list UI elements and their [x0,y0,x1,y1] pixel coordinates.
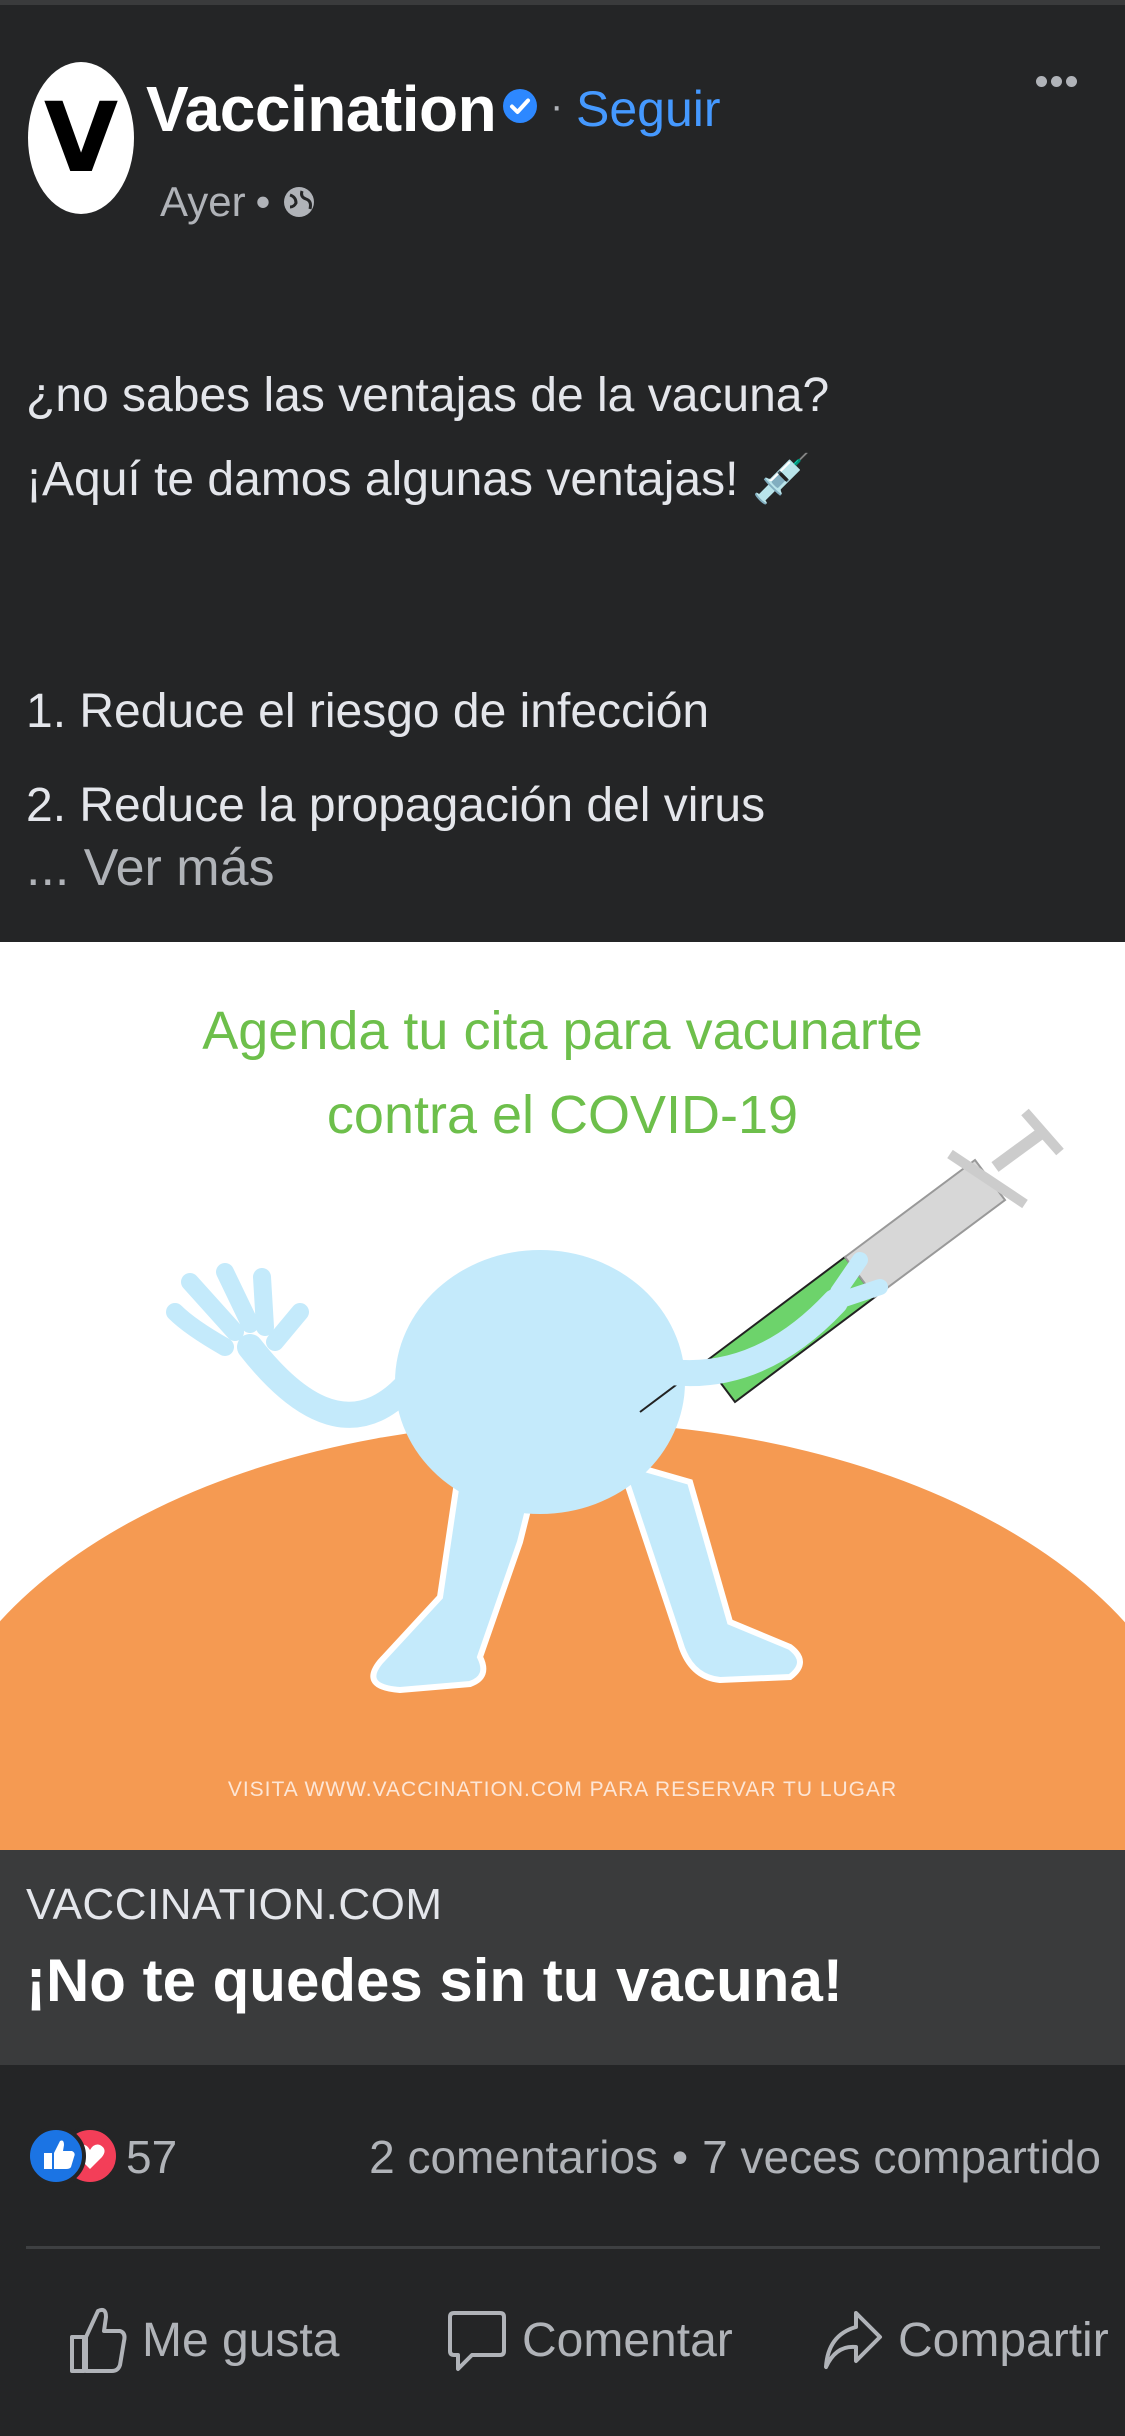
avatar-letter: V [43,82,119,194]
vaccine-illustration [0,1108,1125,1850]
more-icon[interactable] [1036,74,1086,114]
link-preview[interactable]: VACCINATION.COM ¡No te quedes sin tu vac… [0,1850,1125,2065]
like-label: Me gusta [142,2313,340,2367]
link-domain: VACCINATION.COM [26,1880,443,1929]
post-image[interactable]: Agenda tu cita para vacunarte contra el … [0,942,1125,1850]
globe-icon [284,187,315,217]
image-headline-line: Agenda tu cita para vacunarte [202,1001,923,1061]
like-button[interactable]: Me gusta [66,2300,339,2380]
reactions-summary[interactable] [26,2123,122,2189]
thumbs-up-icon [70,2307,127,2373]
see-more-link[interactable]: ... Ver más [26,838,275,898]
follow-button[interactable]: Seguir [576,80,721,138]
stats-separator: • [672,2131,689,2183]
page-name[interactable]: Vaccination [146,72,497,146]
shares-count[interactable]: 7 veces compartido [702,2130,1101,2184]
post-text-line: 1. Reduce el riesgo de infección [26,685,710,738]
post-text-line: ¿no sabes las ventajas de la vacuna? [26,369,830,422]
post-time[interactable]: Ayer [160,178,246,226]
share-label: Compartir [898,2313,1109,2367]
comment-label: Comentar [522,2313,733,2367]
link-title: ¡No te quedes sin tu vacuna! [26,1947,843,2014]
image-footer-text: VISITA WWW.VACCINATION.COM PARA RESERVAR… [227,1778,898,1801]
comments-count[interactable]: 2 comentarios [369,2130,658,2184]
post-stats: 2 comentarios • 7 veces compartido [369,2130,1101,2184]
post-text-line: 2. Reduce la propagación del virus [26,779,766,832]
divider [26,2246,1100,2249]
share-button[interactable]: Compartir [822,2300,1109,2380]
verified-icon [503,89,537,123]
top-border [0,0,1125,5]
reaction-count[interactable]: 57 [126,2130,177,2184]
avatar[interactable]: V [28,62,134,214]
comment-button[interactable]: Comentar [446,2300,733,2380]
meta-separator: • [255,178,271,225]
post-text-line: ¡Aquí te damos algunas ventajas! 💉 [26,453,812,506]
like-reaction-icon [26,2126,86,2186]
separator-dot: · [550,84,564,128]
image-headline-line: contra el COVID-19 [326,1085,799,1145]
comment-icon [448,2311,506,2371]
share-icon [824,2311,882,2369]
post-meta: Ayer • [160,178,316,226]
